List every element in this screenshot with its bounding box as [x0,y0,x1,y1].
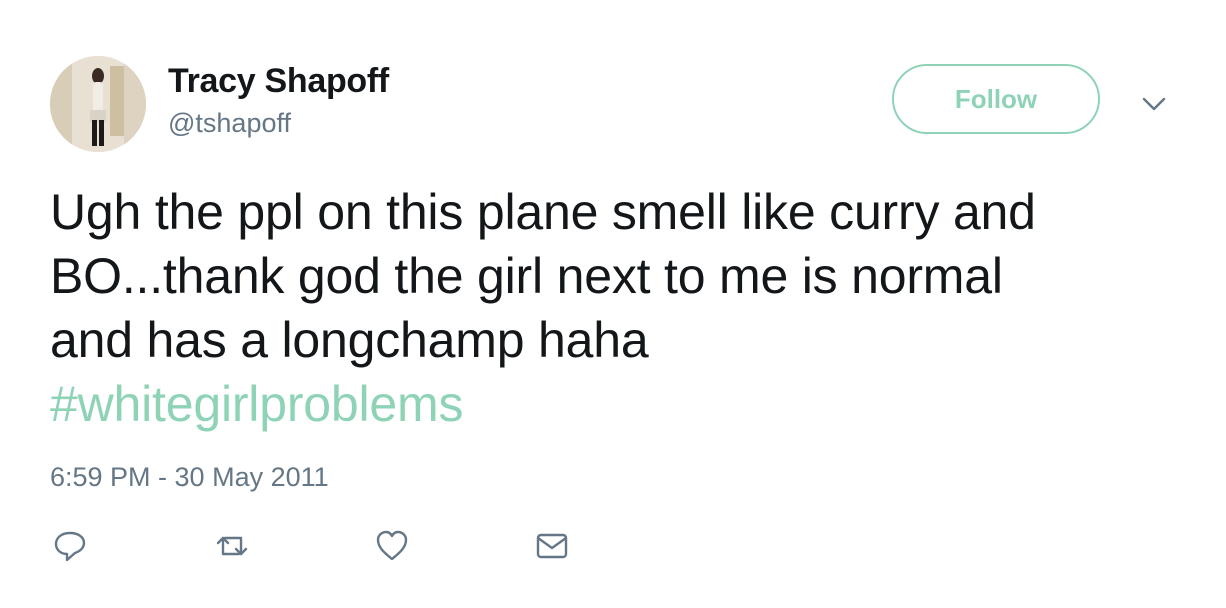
retweet-icon[interactable] [214,528,250,564]
user-display-name[interactable]: Tracy Shapoff [168,62,389,101]
avatar[interactable] [50,56,146,152]
follow-button[interactable]: Follow [892,64,1100,134]
tweet-timestamp[interactable]: 6:59 PM - 30 May 2011 [50,462,329,493]
tweet-card: Tracy Shapoff @tshapoff Follow Ugh the p… [0,0,1226,608]
message-icon[interactable] [534,528,570,564]
hashtag-link[interactable]: #whitegirlproblems [50,372,1190,436]
tweet-text: Ugh the ppl on this plane smell like cur… [50,180,1190,436]
tweet-text-line: and has a longchamp haha [50,312,649,368]
tweet-text-line: Ugh the ppl on this plane smell like cur… [50,184,1036,240]
reply-icon[interactable] [52,528,88,564]
user-handle[interactable]: @tshapoff [168,108,291,139]
tweet-text-line: BO...thank god the girl next to me is no… [50,248,1003,304]
chevron-down-icon[interactable] [1140,92,1168,116]
like-icon[interactable] [374,528,410,564]
